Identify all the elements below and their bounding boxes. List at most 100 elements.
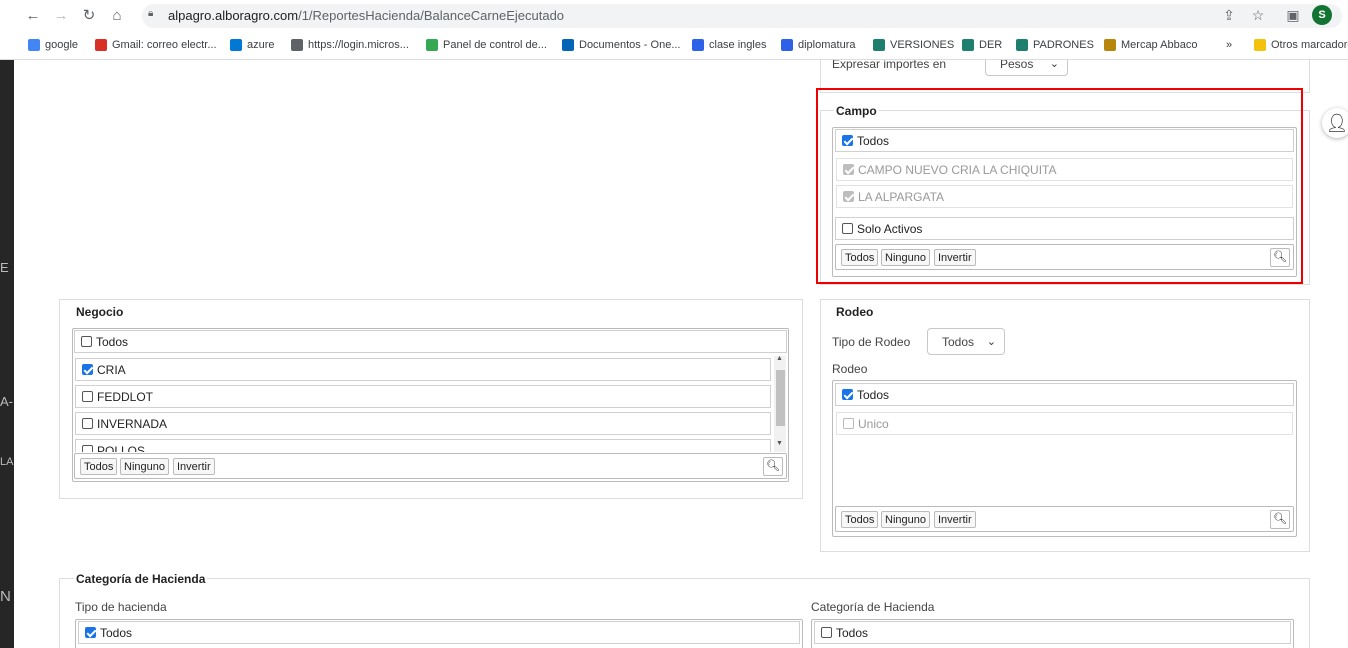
scroll-up-icon[interactable]: ▲: [776, 356, 783, 362]
bookmark-item[interactable]: google: [28, 39, 78, 51]
bookmark-item[interactable]: Mercap Abbaco: [1104, 39, 1197, 51]
bookmark-label: Mercap Abbaco: [1121, 39, 1198, 51]
todos-button[interactable]: Todos: [841, 511, 879, 528]
lock-icon[interactable]: 🔒︎: [148, 8, 153, 19]
tipo-hacienda-todos-label: Todos: [100, 625, 133, 640]
bookmark-item[interactable]: DER: [962, 39, 1002, 51]
moneda-select-value: Pesos: [1000, 60, 1034, 71]
bookmark-item[interactable]: diplomatura: [781, 39, 855, 51]
list-item: Unico: [836, 412, 1293, 435]
onedrive-icon: [562, 39, 574, 51]
gmail-icon: [95, 39, 107, 51]
reload-icon[interactable]: ↻: [80, 7, 98, 25]
azure-icon: [230, 39, 242, 51]
tipo-rodeo-value: Todos: [942, 335, 975, 349]
forward-arrow-icon[interactable]: →: [52, 7, 70, 25]
bookmark-item[interactable]: azure: [230, 39, 275, 51]
list-item-label: INVERNADA: [97, 416, 168, 431]
negocio-list-toolbar: Todos Ninguno Invertir 🔍︎: [74, 453, 787, 479]
report-filters-page: Expresar importes en Pesos ⌄ Campo Todos…: [14, 60, 1348, 648]
mercap-icon: [1104, 39, 1116, 51]
categoria-todos-label: Todos: [836, 625, 869, 640]
checkbox-unchecked-icon: [82, 445, 93, 452]
list-item[interactable]: INVERNADA: [75, 412, 771, 435]
list-item-label: CRIA: [97, 362, 126, 377]
chevron-down-icon: ⌄: [986, 336, 996, 348]
sidepanel-icon[interactable]: ▣: [1284, 7, 1302, 24]
tipo-rodeo-select[interactable]: Todos ⌄: [927, 328, 1005, 355]
chevron-down-icon: ⌄: [1049, 60, 1059, 70]
bookmark-item[interactable]: Panel de control de...: [426, 39, 547, 51]
profile-avatar[interactable]: S: [1312, 5, 1332, 25]
bookmark-label: DER: [979, 39, 1003, 51]
negocio-todos-checkbox[interactable]: Todos: [74, 330, 787, 353]
invertir-button[interactable]: Invertir: [173, 458, 215, 475]
left-fragment: A-: [0, 394, 13, 409]
checkbox-checked-icon: [82, 364, 93, 375]
bookmark-label: Documentos - One...: [579, 39, 681, 51]
list-item[interactable]: CRIA: [75, 358, 771, 381]
google-icon: [28, 39, 40, 51]
rodeo-todos-checkbox[interactable]: Todos: [835, 383, 1294, 406]
left-fragment: E: [0, 260, 9, 275]
bookmark-label: VERSIONES: [890, 39, 955, 51]
rodeo-list-toolbar: Todos Ninguno Invertir 🔍︎: [835, 506, 1294, 532]
bookmark-label: clase ingles: [709, 39, 767, 51]
back-arrow-icon[interactable]: ←: [24, 7, 42, 25]
bookmark-label: https://login.micros...: [308, 39, 409, 51]
bookmark-item[interactable]: https://login.micros...: [291, 39, 409, 51]
bookmark-label: diplomatura: [798, 39, 856, 51]
invertir-button[interactable]: Invertir: [934, 511, 976, 528]
negocio-scroll-area[interactable]: CRIA FEDDLOT INVERNADA POLLOS ▲ ▼: [74, 356, 787, 452]
other-bookmarks-label: Otros marcadores: [1271, 39, 1348, 51]
bookmark-item[interactable]: VERSIONES: [873, 39, 954, 51]
tipo-rodeo-label: Tipo de Rodeo: [832, 335, 911, 349]
other-bookmarks-folder[interactable]: Otros marcadores: [1254, 39, 1348, 51]
browser-toolbar: ← → ↻ ⌂ 🔒︎ alpagro.alboragro.com/1/Repor…: [0, 0, 1348, 32]
z-icon: [781, 39, 793, 51]
rodeo-legend: Rodeo: [834, 305, 876, 319]
list-item-label: FEDDLOT: [97, 389, 154, 404]
teams-icon: [1016, 39, 1028, 51]
list-item[interactable]: FEDDLOT: [75, 385, 771, 408]
left-panel-edge: E A- LA N: [0, 60, 14, 648]
folder-icon: [1254, 39, 1266, 51]
ninguno-button[interactable]: Ninguno: [120, 458, 169, 475]
bookmark-label: azure: [247, 39, 275, 51]
checkbox-unchecked-icon: [81, 336, 92, 347]
bookmark-item[interactable]: Documentos - One...: [562, 39, 681, 51]
expresar-importes-label: Expresar importes en: [832, 60, 947, 71]
url-text[interactable]: alpagro.alboragro.com/1/ReportesHacienda…: [168, 8, 564, 23]
checkbox-unchecked-icon: [82, 391, 93, 402]
list-item-label: POLLOS: [97, 443, 146, 453]
scrollbar-thumb[interactable]: [776, 370, 785, 426]
ninguno-button[interactable]: Ninguno: [881, 511, 930, 528]
scrollbar[interactable]: ▲ ▼: [774, 356, 786, 452]
bookmark-label: Gmail: correo electr...: [112, 39, 217, 51]
user-profile-icon[interactable]: 👤︎: [1322, 108, 1348, 138]
todos-button[interactable]: Todos: [80, 458, 118, 475]
highlight-annotation: [816, 88, 1303, 284]
share-icon[interactable]: ⇪: [1220, 7, 1238, 24]
left-fragment: N: [0, 588, 11, 605]
checkbox-checked-icon: [85, 627, 96, 638]
bookmark-item[interactable]: clase ingles: [692, 39, 766, 51]
globe-icon: [291, 39, 303, 51]
left-fragment: LA: [0, 456, 14, 468]
tipo-hacienda-label: Tipo de hacienda: [75, 600, 167, 614]
negocio-legend: Negocio: [74, 305, 126, 319]
home-icon[interactable]: ⌂: [108, 7, 126, 25]
categoria-todos-checkbox[interactable]: Todos: [814, 621, 1291, 644]
rodeo-label: Rodeo: [832, 362, 868, 376]
bookmarks-overflow-button[interactable]: »: [1226, 39, 1232, 51]
list-item[interactable]: POLLOS: [75, 439, 771, 452]
bookmark-item[interactable]: PADRONES: [1016, 39, 1094, 51]
star-icon[interactable]: ☆: [1249, 7, 1267, 24]
search-icon[interactable]: 🔍︎: [763, 457, 783, 476]
scroll-down-icon[interactable]: ▼: [776, 440, 783, 447]
tipo-hacienda-todos-checkbox[interactable]: Todos: [78, 621, 800, 644]
search-icon[interactable]: 🔍︎: [1270, 510, 1290, 529]
bookmark-item[interactable]: Gmail: correo electr...: [95, 39, 217, 51]
bookmarks-bar: google Gmail: correo electr... azure https:…: [0, 32, 1348, 60]
moneda-select[interactable]: Pesos ⌄: [985, 60, 1068, 76]
